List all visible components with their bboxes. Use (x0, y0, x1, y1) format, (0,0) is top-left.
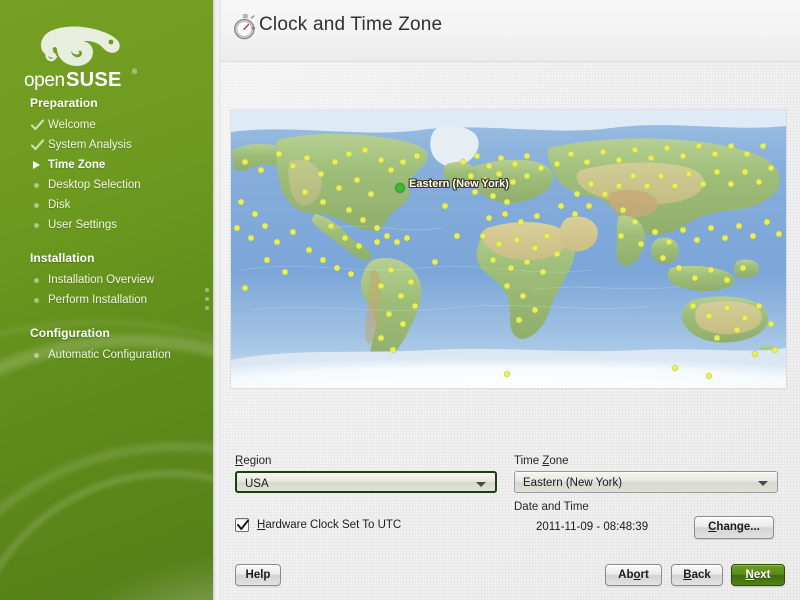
sidebar-item-label: Installation Overview (48, 274, 155, 286)
back-button[interactable]: Back (671, 564, 723, 586)
abort-button[interactable]: Abort (605, 564, 662, 586)
date-and-time-value: 2011-11-09 - 08:48:39 (536, 521, 649, 533)
installer-sidebar: open SUSE ® Preparation Welcome System A… (0, 0, 213, 600)
sidebar-item-label: System Analysis (48, 139, 132, 151)
date-and-time-label: Date and Time (514, 501, 589, 513)
region-label: Region (235, 455, 271, 467)
next-button-mnemonic: N (745, 569, 754, 581)
step-pending-icon (30, 272, 48, 288)
step-pending-icon (30, 197, 48, 213)
pane-splitter[interactable] (213, 0, 221, 600)
back-button-label: ack (691, 569, 711, 581)
sidebar-item-label: Perform Installation (48, 294, 148, 306)
chevron-down-icon (758, 481, 768, 486)
timezone-label-text-post: one (549, 455, 569, 467)
help-button[interactable]: Help (235, 564, 281, 586)
step-pending-icon (30, 347, 48, 363)
abort-button-mnemonic: o (633, 569, 641, 581)
next-button[interactable]: Next (731, 564, 785, 586)
help-button-label: Help (245, 569, 271, 581)
sidebar-item-label: User Settings (48, 219, 118, 231)
page-header: Clock and Time Zone (221, 0, 800, 62)
timezone-select[interactable]: Eastern (New York) (514, 471, 778, 493)
sidebar-item-label: Desktop Selection (48, 179, 141, 191)
sidebar-item-label: Welcome (48, 119, 96, 131)
sidebar-section-preparation: Preparation (30, 96, 98, 110)
main-pane: Clock and Time Zone Eastern (New York) R… (221, 0, 800, 600)
checkbox-label-text: ardware Clock Set To UTC (265, 519, 402, 531)
svg-text:®: ® (132, 68, 138, 76)
sidebar-item-label: Time Zone (48, 159, 106, 171)
region-selected-value: USA (245, 478, 269, 490)
sidebar-item-label: Automatic Configuration (48, 349, 171, 361)
svg-text:SUSE: SUSE (66, 69, 122, 91)
page-title: Clock and Time Zone (259, 14, 443, 35)
abort-button-label-pre: Ab (618, 569, 634, 581)
step-pending-icon (30, 177, 48, 193)
chevron-down-icon (476, 482, 486, 487)
stopwatch-icon (232, 14, 257, 40)
step-pending-icon (30, 292, 48, 308)
timezone-label-text-pre: Time (514, 455, 543, 467)
next-button-label: ext (753, 569, 771, 581)
checkmark-icon (237, 519, 249, 530)
sidebar-section-installation: Installation (30, 251, 95, 265)
selected-timezone-label: Eastern (New York) (409, 178, 509, 190)
step-done-icon (30, 137, 48, 153)
sidebar-item-label: Disk (48, 199, 71, 211)
region-label-text: egion (243, 455, 272, 467)
region-select[interactable]: USA (235, 471, 497, 493)
timezone-selected-value: Eastern (New York) (523, 477, 623, 489)
back-button-mnemonic: B (683, 569, 692, 581)
selected-timezone-marker (396, 184, 404, 192)
step-current-icon (30, 157, 48, 173)
timezone-label: Time Zone (514, 455, 569, 467)
world-timezone-map[interactable]: Eastern (New York) (231, 110, 786, 388)
sidebar-grip-handle[interactable] (205, 288, 210, 310)
sidebar-decoration-swoosh-1 (0, 470, 213, 600)
change-button-label: hange... (716, 521, 760, 533)
step-done-icon (30, 117, 48, 133)
checkbox-label: Hardware Clock Set To UTC (257, 518, 401, 533)
svg-text:open: open (24, 70, 65, 91)
change-button[interactable]: Change... (694, 516, 774, 539)
abort-button-label-post: rt (640, 569, 649, 581)
world-map-image (231, 110, 786, 388)
checkbox-box[interactable] (235, 518, 249, 532)
step-pending-icon (30, 217, 48, 233)
sidebar-section-configuration: Configuration (30, 326, 110, 340)
opensuse-logo: open SUSE ® (22, 20, 152, 92)
